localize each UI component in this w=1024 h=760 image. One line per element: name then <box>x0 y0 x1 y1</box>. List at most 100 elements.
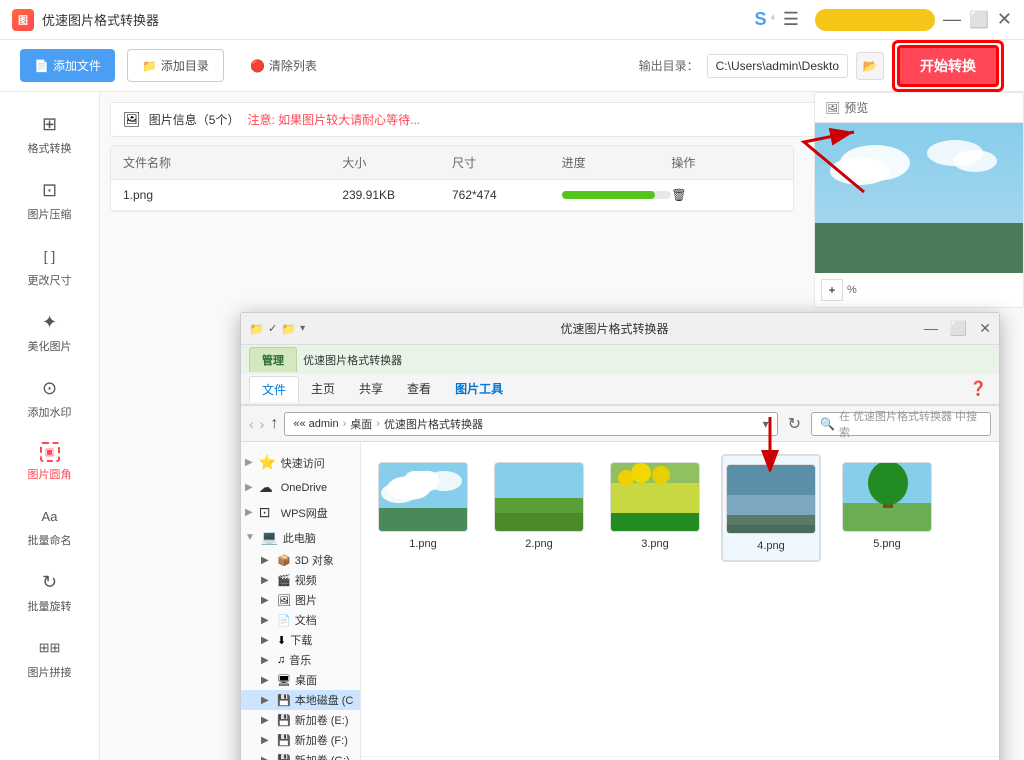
sidebar-item-rename[interactable]: Aa 批量命名 <box>0 494 99 558</box>
ribbon-tabs-container: 管理 优速图片格式转换器 <box>241 345 999 374</box>
nav-refresh[interactable]: ↻ <box>788 414 801 434</box>
add-directory-button[interactable]: 📁 添加目录 <box>127 49 224 82</box>
window-controls: — ⬜ ✕ <box>943 9 1012 30</box>
nav-documents[interactable]: ▶ 📄 文档 <box>241 610 360 630</box>
expand-wps: ▶ <box>245 507 253 518</box>
clear-icon: 🔴 <box>250 59 265 73</box>
nav-onedrive[interactable]: ▶ ☁ OneDrive <box>241 475 360 500</box>
tab-file[interactable]: 文件 <box>249 376 299 402</box>
maximize-button[interactable]: ⬜ <box>969 10 989 30</box>
add-file-button[interactable]: 📄 添加文件 <box>20 49 115 82</box>
search-placeholder: 在 优速图片格式转换器 中搜索 <box>839 408 982 440</box>
nav-desktop[interactable]: ▶ 🖥 桌面 <box>241 670 360 690</box>
file-info-warning: 注意: 如果图片较大请耐心等待... <box>247 111 420 128</box>
table-header: 文件名称 大小 尺寸 进度 操作 <box>111 146 793 180</box>
expand-videos: ▶ <box>261 575 273 586</box>
nav-wps[interactable]: ▶ ⊡ WPS网盘 <box>241 500 360 525</box>
preview-icon: 🖼 <box>825 101 840 115</box>
expand-f: ▶ <box>261 735 273 746</box>
title-search-bar[interactable] <box>815 9 935 31</box>
tab-picture-tools[interactable]: 图片工具 <box>443 376 515 402</box>
hamburger-menu[interactable]: ☰ <box>783 9 799 30</box>
clear-list-button[interactable]: 🔴 清除列表 <box>236 49 331 82</box>
nav-music[interactable]: ▶ ♫ 音乐 <box>241 650 360 670</box>
sidebar-item-watermark[interactable]: ⊙ 添加水印 <box>0 366 99 430</box>
sidebar-item-collage[interactable]: ⊞⊞ 图片拼接 <box>0 626 99 690</box>
nav-thispc[interactable]: ▼ 💻 此电脑 <box>241 525 360 550</box>
title-bar: 图 优速图片格式转换器 S ⁴ ☰ — ⬜ ✕ <box>0 0 1024 40</box>
start-convert-button[interactable]: 开始转换 <box>897 45 999 87</box>
file-item-3[interactable]: 3.png <box>605 454 705 562</box>
tab-share[interactable]: 共享 <box>347 376 395 402</box>
address-part-3: 优速图片格式转换器 <box>384 416 483 432</box>
videos-label: 视频 <box>295 572 317 588</box>
browse-button[interactable]: 📂 <box>856 52 884 80</box>
file-item-2[interactable]: 2.png <box>489 454 589 562</box>
col-size: 大小 <box>342 154 452 171</box>
nav-forward[interactable]: › <box>260 416 265 432</box>
explorer-maximize[interactable]: ⬜ <box>950 320 967 337</box>
format-icon: ⊞ <box>38 112 62 136</box>
delete-button[interactable]: 🗑 <box>671 188 781 202</box>
spacer <box>515 376 965 402</box>
explorer-dialog: 📁 ✓ 📁 ▾ 优速图片格式转换器 — ⬜ ✕ 管理 <box>240 312 1000 760</box>
nav-drive-e[interactable]: ▶ 💾 新加卷 (E:) <box>241 710 360 730</box>
file-item-5[interactable]: 5.png <box>837 454 937 562</box>
nav-local-disk-c[interactable]: ▶ 💾 本地磁盘 (C <box>241 690 360 710</box>
nav-drive-g[interactable]: ▶ 💾 新加卷 (G:) <box>241 750 360 760</box>
file-name-5: 5.png <box>873 538 901 550</box>
explorer-body: ▶ ⭐ 快速访问 ▶ ☁ OneDrive ▶ ⊡ WPS网盘 <box>241 442 999 760</box>
compress-label: 图片压缩 <box>28 206 72 222</box>
nav-back[interactable]: ‹ <box>249 416 254 432</box>
progress-bar-fill <box>562 191 655 199</box>
pictures-icon: 🖼 <box>277 594 291 607</box>
file-item-1[interactable]: 1.png <box>373 454 473 562</box>
explorer-files: 1.png <box>361 442 999 756</box>
videos-icon: 🎬 <box>277 574 291 587</box>
expand-quick: ▶ <box>245 457 253 468</box>
nav-up[interactable]: ↑ <box>270 415 278 433</box>
help-icon[interactable]: ❓ <box>966 376 991 402</box>
explorer-close[interactable]: ✕ <box>979 320 991 337</box>
explorer-ribbon: 管理 优速图片格式转换器 文件 主页 共享 查看 图片工具 ❓ <box>241 345 999 406</box>
tab-view[interactable]: 查看 <box>395 376 443 402</box>
g-drive-label: 新加卷 (G:) <box>295 752 350 760</box>
explorer-minimize[interactable]: — <box>924 320 938 337</box>
thumb-svg-5 <box>843 463 932 532</box>
rename-label: 批量命名 <box>28 532 72 548</box>
sidebar-item-resize[interactable]: [ ] 更改尺寸 <box>0 234 99 298</box>
output-label: 输出目录： <box>639 57 699 74</box>
nav-videos[interactable]: ▶ 🎬 视频 <box>241 570 360 590</box>
tab-home[interactable]: 主页 <box>299 376 347 402</box>
sidebar-item-format[interactable]: ⊞ 格式转换 <box>0 102 99 166</box>
search-box[interactable]: 🔍 在 优速图片格式转换器 中搜索 <box>811 412 991 436</box>
nav-pictures[interactable]: ▶ 🖼 图片 <box>241 590 360 610</box>
address-dropdown-icon[interactable]: ▾ <box>763 417 769 431</box>
s-logo: S <box>755 9 767 30</box>
downloads-icon: ⬇ <box>277 634 286 647</box>
nav-3d-objects[interactable]: ▶ 📦 3D 对象 <box>241 550 360 570</box>
quick-label: 快速访问 <box>281 455 325 471</box>
f-drive-icon: 💾 <box>277 734 291 747</box>
address-bar[interactable]: «« admin › 桌面 › 优速图片格式转换器 ▾ <box>284 412 777 436</box>
dialog-notice: 处理完成后，软件会自动打开输出文件夹 <box>361 756 999 760</box>
sidebar-item-compress[interactable]: ⊡ 图片压缩 <box>0 168 99 232</box>
expand-onedrive: ▶ <box>245 482 253 493</box>
nav-drive-f[interactable]: ▶ 💾 新加卷 (F:) <box>241 730 360 750</box>
manage-tab[interactable]: 管理 <box>249 347 297 372</box>
sidebar-item-rounded[interactable]: ▣ 图片圆角 <box>0 432 99 492</box>
nav-downloads[interactable]: ▶ ⬇ 下载 <box>241 630 360 650</box>
sidebar-item-rotate[interactable]: ↻ 批量旋转 <box>0 560 99 624</box>
close-button[interactable]: ✕ <box>997 9 1012 30</box>
watermark-icon: ⊙ <box>38 376 62 400</box>
table-row: 1.png 239.91KB 762*474 🗑 <box>111 180 793 211</box>
minimize-button[interactable]: — <box>943 9 961 30</box>
explorer-title-text: 优速图片格式转换器 <box>305 320 924 337</box>
thispc-icon: 💻 <box>261 529 277 546</box>
content-area: 🖼 图片信息（5个） 注意: 如果图片较大请耐心等待... 文件名称 大小 尺寸… <box>100 92 1024 760</box>
preview-zoom-minus[interactable]: + <box>821 279 843 301</box>
nav-quick-access[interactable]: ▶ ⭐ 快速访问 <box>241 450 360 475</box>
sidebar-item-beautify[interactable]: ✦ 美化图片 <box>0 300 99 364</box>
file-item-4[interactable]: 4.png <box>721 454 821 562</box>
address-sep-1: › <box>343 418 347 430</box>
